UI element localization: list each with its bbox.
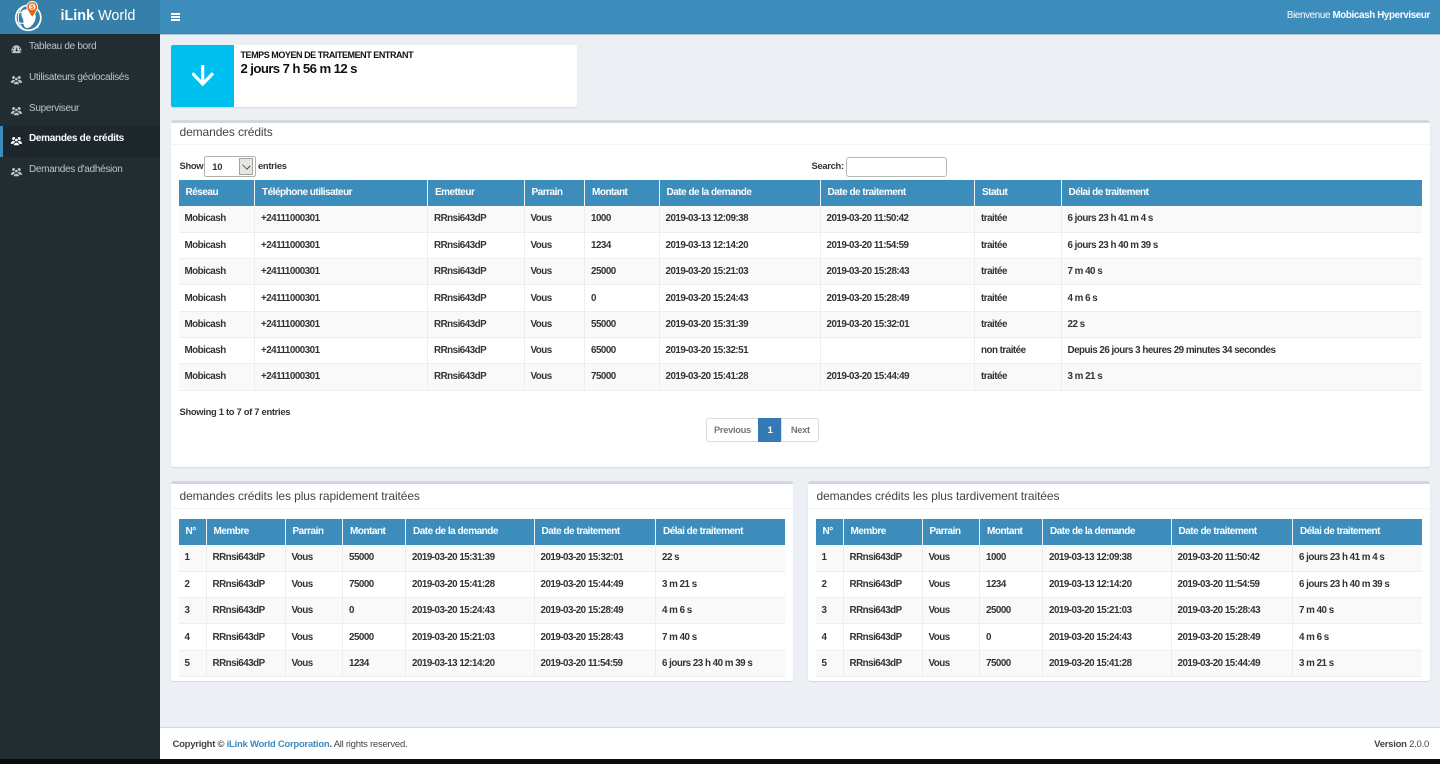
svg-text:$: $ [30, 4, 34, 11]
